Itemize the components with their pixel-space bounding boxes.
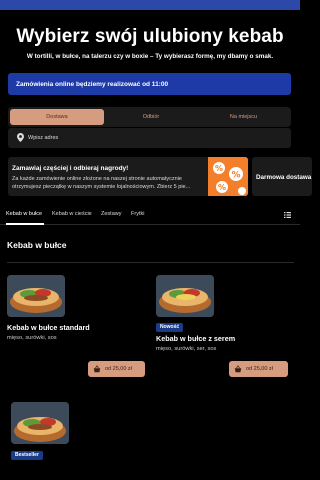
tab-delivery[interactable]: Dostawa [10, 109, 104, 125]
map-pin-icon [17, 133, 24, 142]
add-to-cart-button[interactable]: od 25,00 zł [88, 361, 145, 377]
product-price: od 25,00 zł [246, 366, 273, 372]
address-input[interactable]: Wpisz adres [8, 128, 291, 148]
new-badge: Nowość [156, 323, 184, 332]
product-description: mięso, surówki, sos [7, 335, 57, 341]
loyalty-promo-card[interactable]: Zamawiaj częściej i odbieraj nagrody! Za… [8, 157, 248, 196]
loyalty-percent-icon: % % % [208, 157, 248, 196]
page-title: Wybierz swój ulubiony kebab [16, 26, 284, 47]
bestseller-badge: Bestseller [11, 451, 43, 460]
tab-pickup[interactable]: Odbiór [104, 109, 198, 125]
product-name: Kebab w bułce z serem [156, 334, 236, 343]
address-placeholder: Wpisz adres [28, 135, 59, 141]
product-description: mięso, surówki, ser, sos [156, 346, 217, 352]
tab-dine-in[interactable]: Na miejscu [198, 109, 289, 125]
product-image[interactable] [11, 402, 69, 444]
promo-text: Za każde zamówienie online złożone na na… [12, 176, 191, 190]
list-menu-icon[interactable] [284, 212, 291, 218]
svg-text:%: % [218, 183, 226, 192]
top-bar [0, 0, 300, 10]
tab-kebab-w-ciescie[interactable]: Kebab w cieście [52, 211, 92, 217]
free-delivery-promo-card[interactable]: Darmowa dostawa [252, 157, 312, 196]
promo2-title: Darmowa dostawa [256, 174, 312, 181]
basket-icon [234, 365, 242, 373]
add-to-cart-button[interactable]: od 25,00 zł [229, 361, 288, 377]
promo-title: Zamawiaj częściej i odbieraj nagrody! [12, 165, 129, 172]
opening-notice-banner: Zamówienia online będziemy realizować od… [8, 73, 291, 95]
product-price: od 25,00 zł [105, 366, 132, 372]
page-subtitle: W tortilli, w bułce, na talerzu czy w bo… [26, 53, 274, 60]
tab-zestawy[interactable]: Zestawy [101, 211, 121, 217]
order-mode-selector: Dostawa Odbiór Na miejscu [8, 107, 291, 127]
section-divider [7, 262, 294, 263]
active-tab-indicator [6, 223, 44, 225]
basket-icon [93, 365, 101, 373]
svg-text:%: % [231, 171, 240, 181]
section-title: Kebab w bułce [7, 240, 67, 250]
product-name: Kebab w bułce standard [7, 323, 90, 332]
tab-frytki[interactable]: Frytki [131, 211, 144, 217]
product-image[interactable] [156, 275, 214, 317]
svg-text:%: % [215, 164, 223, 173]
product-image[interactable] [7, 275, 65, 317]
tab-kebab-w-bulce[interactable]: Kebab w bułce [6, 211, 42, 217]
category-tabs: Kebab w bułce Kebab w cieście Zestawy Fr… [0, 208, 300, 225]
